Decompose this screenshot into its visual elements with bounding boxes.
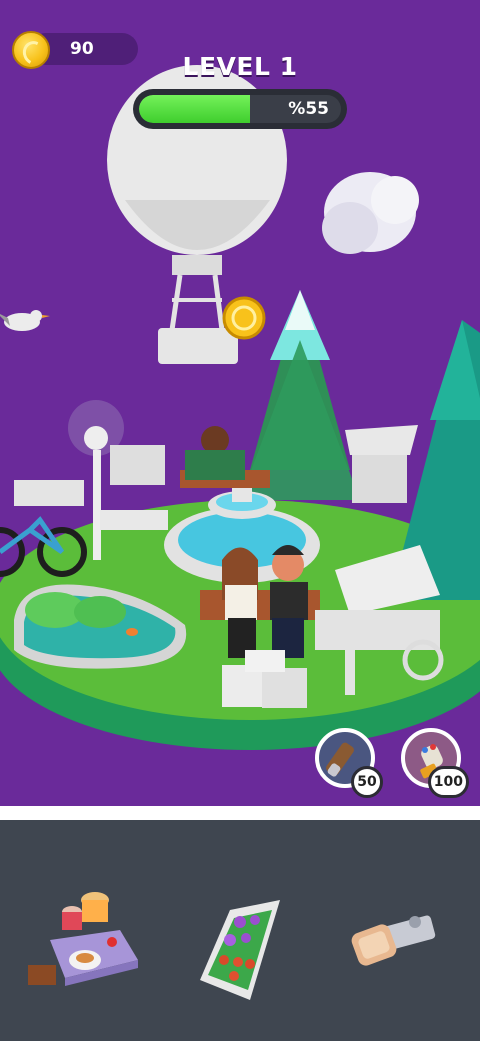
level-title: LEVEL 1 [182, 52, 298, 81]
picnic-table-icon [28, 892, 138, 986]
white-tables [14, 445, 168, 530]
gazebo [345, 425, 418, 503]
tray-item-bread-toast[interactable] [330, 860, 470, 1000]
floating-coin[interactable] [222, 296, 266, 340]
progress-track-inner: %55 [139, 95, 341, 123]
bread-toast-icon [351, 915, 436, 966]
seagull [0, 310, 50, 331]
binoculars-cost: 50 [351, 766, 383, 798]
coin-icon [12, 31, 50, 69]
game-view[interactable]: 90 LEVEL 1 %55 50 100 [0, 0, 480, 806]
tray-divider [0, 806, 480, 820]
coin-amount: 90 [70, 39, 94, 59]
progress-fill [139, 95, 251, 123]
glove-booster-button[interactable]: 100 [401, 728, 469, 798]
progress-label: %55 [288, 99, 329, 119]
coin-counter: 90 [12, 31, 138, 69]
cloud [322, 172, 419, 254]
tray-item-flower-bed[interactable] [170, 860, 310, 1000]
level-progress-bar: %55 [133, 89, 347, 129]
tray-item-picnic-table[interactable] [20, 860, 160, 1000]
item-tray [0, 820, 480, 1041]
binoculars-booster-button[interactable]: 50 [315, 728, 383, 798]
glove-cost: 100 [427, 766, 469, 798]
flower-bed-icon [200, 900, 280, 1000]
